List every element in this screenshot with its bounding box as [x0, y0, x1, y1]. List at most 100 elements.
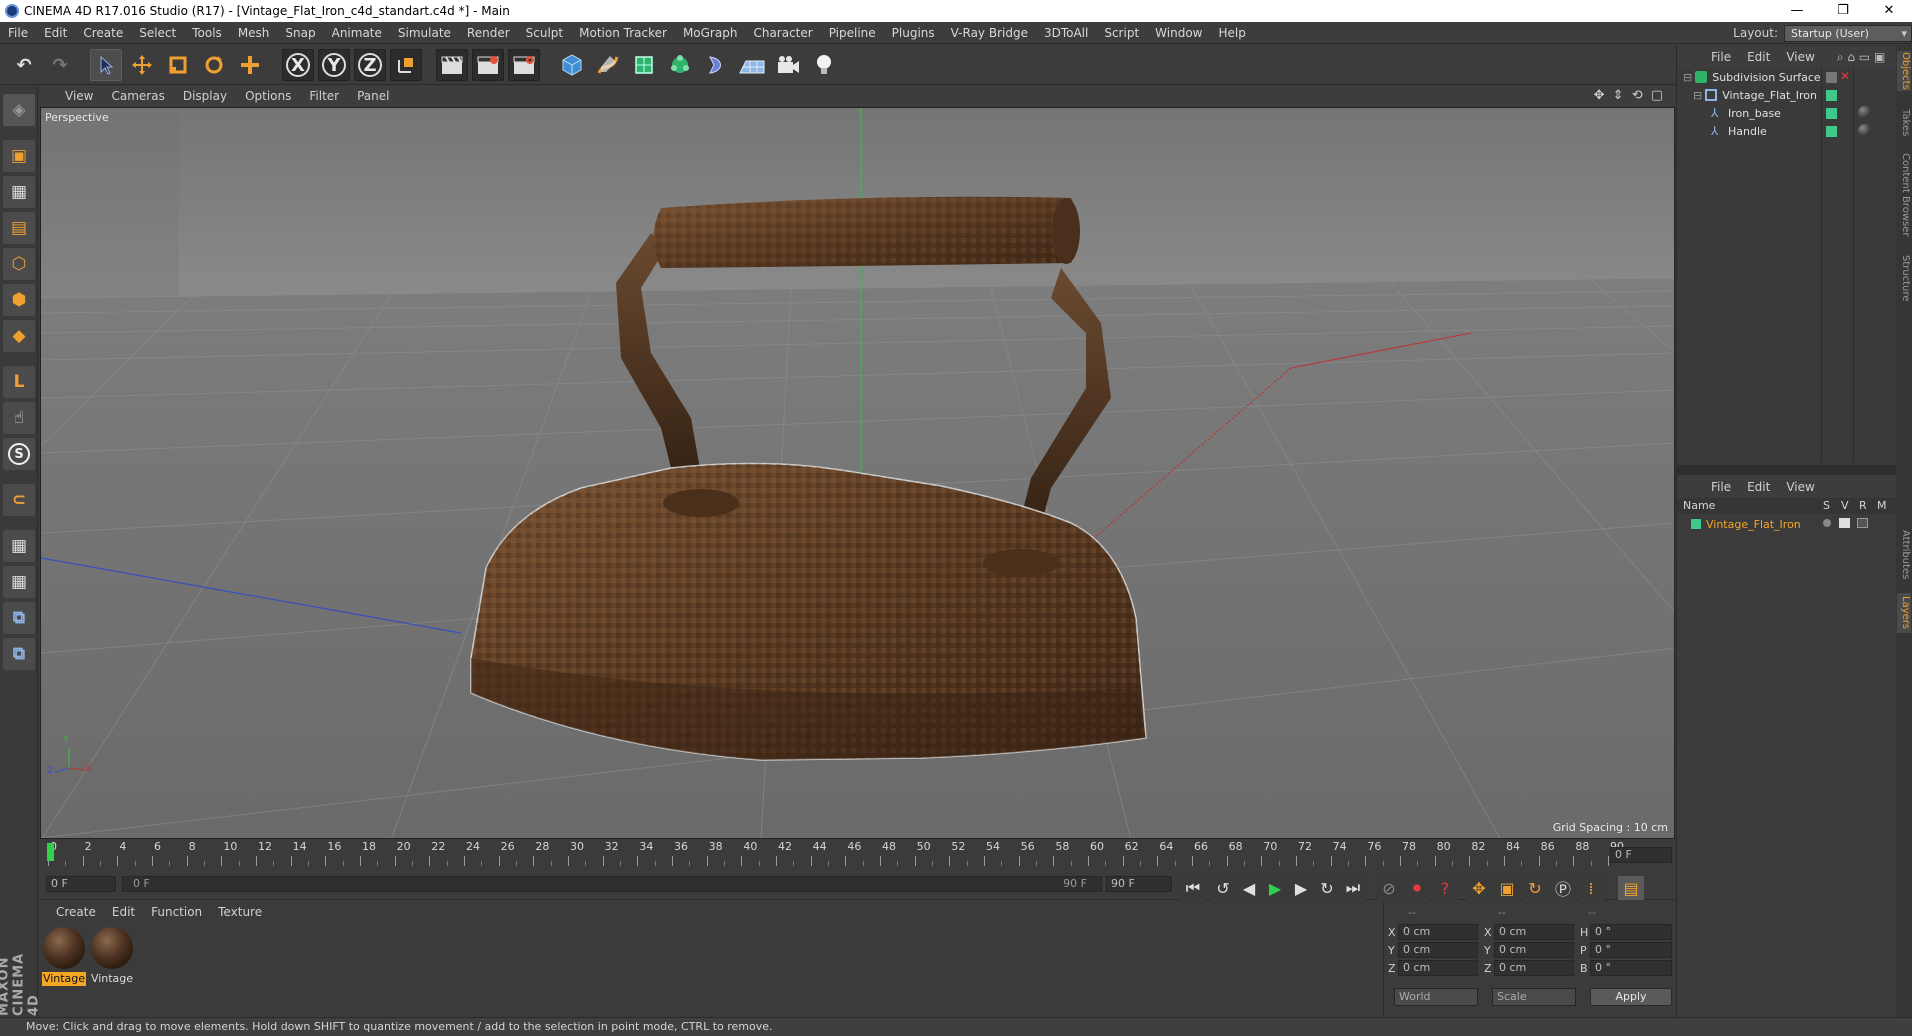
menu-script[interactable]: Script	[1096, 26, 1147, 40]
size-y-field[interactable]: 0 cm	[1494, 942, 1574, 958]
autokeying-button[interactable]: ?	[1432, 876, 1458, 900]
layer-menu-view[interactable]: View	[1778, 480, 1822, 494]
record-disabled-button[interactable]: ⊘	[1376, 876, 1402, 900]
start-frame-field[interactable]: 0 F	[46, 876, 116, 892]
select-tool-button[interactable]	[90, 49, 122, 81]
iron-base-material-tag[interactable]	[1858, 106, 1871, 119]
viewport-navigation-icons[interactable]: ✥ ⇕ ⟲ ▢	[1594, 88, 1665, 103]
previous-frame-button[interactable]: ◀	[1236, 876, 1262, 900]
layer-menu-file[interactable]: File	[1703, 480, 1739, 494]
polygons-mode-button[interactable]: ◆	[3, 320, 35, 352]
rotation-p-field[interactable]: 0 °	[1590, 942, 1672, 958]
tab-attributes[interactable]: Attributes	[1897, 525, 1911, 585]
scale-tool-button[interactable]	[162, 49, 194, 81]
render-view-button[interactable]	[436, 49, 468, 81]
go-to-start-button[interactable]: ⏮	[1180, 876, 1206, 900]
menu-sculpt[interactable]: Sculpt	[518, 26, 571, 40]
subdivision-visibility-icon[interactable]	[1826, 72, 1837, 83]
size-x-field[interactable]: 0 cm	[1494, 924, 1574, 940]
spline-pen-button[interactable]	[592, 49, 624, 81]
material-menu-function[interactable]: Function	[143, 905, 210, 919]
perspective-viewport[interactable]: Perspective Y X Z Grid Spacing : 10 cm	[40, 107, 1675, 839]
viewport-menu-cameras[interactable]: Cameras	[102, 89, 173, 103]
rotation-b-field[interactable]: 0 °	[1590, 960, 1672, 976]
layer-row-vintage-flat-iron[interactable]: Vintage_Flat_Iron	[1691, 515, 1891, 533]
menu-mograph[interactable]: MoGraph	[675, 26, 746, 40]
position-y-field[interactable]: 0 cm	[1398, 942, 1478, 958]
edit-render-settings-button[interactable]	[508, 49, 540, 81]
python-script-button-2[interactable]: ⧉	[3, 638, 35, 670]
x-axis-lock-button[interactable]: X	[282, 49, 314, 81]
menu-character[interactable]: Character	[745, 26, 820, 40]
tab-objects[interactable]: Objects	[1897, 51, 1911, 91]
previous-key-button[interactable]: ↺	[1210, 876, 1236, 900]
material-menu-texture[interactable]: Texture	[210, 905, 270, 919]
material-swatch-2[interactable]: Vintage	[90, 926, 134, 986]
axis-mode-button[interactable]: L	[3, 366, 35, 398]
tab-layers[interactable]: Layers	[1897, 593, 1911, 633]
menu-edit[interactable]: Edit	[36, 26, 75, 40]
menu-snap[interactable]: Snap	[277, 26, 323, 40]
material-swatch-1[interactable]: Vintage	[42, 926, 86, 986]
python-script-button-1[interactable]: ⧉	[3, 602, 35, 634]
rotation-h-field[interactable]: 0 °	[1590, 924, 1672, 940]
live-selection-button[interactable]	[234, 49, 266, 81]
make-editable-button[interactable]: ◈	[3, 94, 35, 126]
points-mode-button[interactable]: ⬡	[3, 248, 35, 280]
menu-tools[interactable]: Tools	[184, 26, 230, 40]
current-frame-field[interactable]: 0 F	[1610, 847, 1672, 863]
menu-motion-tracker[interactable]: Motion Tracker	[571, 26, 675, 40]
z-axis-lock-button[interactable]: Z	[354, 49, 386, 81]
coordinate-mode-dropdown[interactable]: World	[1394, 988, 1478, 1006]
object-menu-file[interactable]: File	[1703, 50, 1739, 64]
coordinate-system-button[interactable]	[390, 49, 422, 81]
key-rotation-button[interactable]: ↻	[1522, 876, 1548, 900]
layer-render-toggle[interactable]	[1857, 518, 1868, 528]
tab-structure[interactable]: Structure	[1897, 250, 1911, 306]
minimize-button[interactable]: —	[1774, 0, 1820, 22]
snap-settings-button[interactable]: S	[3, 438, 35, 470]
layer-menu-edit[interactable]: Edit	[1739, 480, 1778, 494]
object-menu-edit[interactable]: Edit	[1739, 50, 1778, 64]
object-menu-view[interactable]: View	[1778, 50, 1822, 64]
close-button[interactable]: ✕	[1866, 0, 1912, 22]
next-key-button[interactable]: ↻	[1314, 876, 1340, 900]
menu-create[interactable]: Create	[75, 26, 131, 40]
workplane-axis-button[interactable]: ▦	[3, 566, 35, 598]
move-tool-button[interactable]	[126, 49, 158, 81]
key-pla-button[interactable]: ⁞	[1578, 876, 1604, 900]
key-scale-button[interactable]: ▣	[1494, 876, 1520, 900]
key-parameter-button[interactable]: Ⓟ	[1550, 876, 1576, 900]
preview-range-slider[interactable]: 0 F 90 F	[122, 876, 1102, 892]
restore-button[interactable]: ❐	[1820, 0, 1866, 22]
layer-visible-toggle[interactable]	[1839, 518, 1850, 528]
iron-base-layer-tag[interactable]	[1826, 108, 1837, 119]
material-menu-edit[interactable]: Edit	[104, 905, 143, 919]
edges-mode-button[interactable]: ⬢	[3, 284, 35, 316]
tab-takes[interactable]: Takes	[1897, 105, 1911, 141]
size-mode-dropdown[interactable]: Scale	[1492, 988, 1576, 1006]
viewport-menu-options[interactable]: Options	[236, 89, 300, 103]
tweak-mode-button[interactable]: ☝	[3, 402, 35, 434]
handle-layer-tag[interactable]	[1826, 126, 1837, 137]
size-z-field[interactable]: 0 cm	[1494, 960, 1574, 976]
timeline-ruler[interactable]: 0246810121416182022242628303234363840424…	[40, 840, 1675, 870]
record-active-objects-button[interactable]: ⏺	[1404, 876, 1430, 900]
undo-button[interactable]: ↶	[8, 49, 40, 81]
timeline-window-button[interactable]: ▤	[1618, 876, 1644, 900]
viewport-menu-display[interactable]: Display	[174, 89, 236, 103]
go-to-end-button[interactable]: ⏭	[1340, 876, 1366, 900]
menu-3dtoall[interactable]: 3DToAll	[1036, 26, 1096, 40]
texture-mode-button[interactable]: ▦	[3, 176, 35, 208]
cube-object-button[interactable]	[556, 49, 588, 81]
object-manager-scrollbar[interactable]	[1677, 465, 1897, 475]
render-to-picture-viewer-button[interactable]	[472, 49, 504, 81]
apply-button[interactable]: Apply	[1590, 988, 1672, 1006]
tab-content-browser[interactable]: Content Browser	[1897, 145, 1911, 245]
play-button[interactable]: ▶	[1262, 876, 1288, 900]
layer-solo-toggle[interactable]	[1823, 519, 1831, 527]
layout-dropdown[interactable]: Startup (User)	[1784, 24, 1912, 42]
menu-help[interactable]: Help	[1210, 26, 1253, 40]
viewport-menu-panel[interactable]: Panel	[348, 89, 398, 103]
cloner-button[interactable]	[664, 49, 696, 81]
